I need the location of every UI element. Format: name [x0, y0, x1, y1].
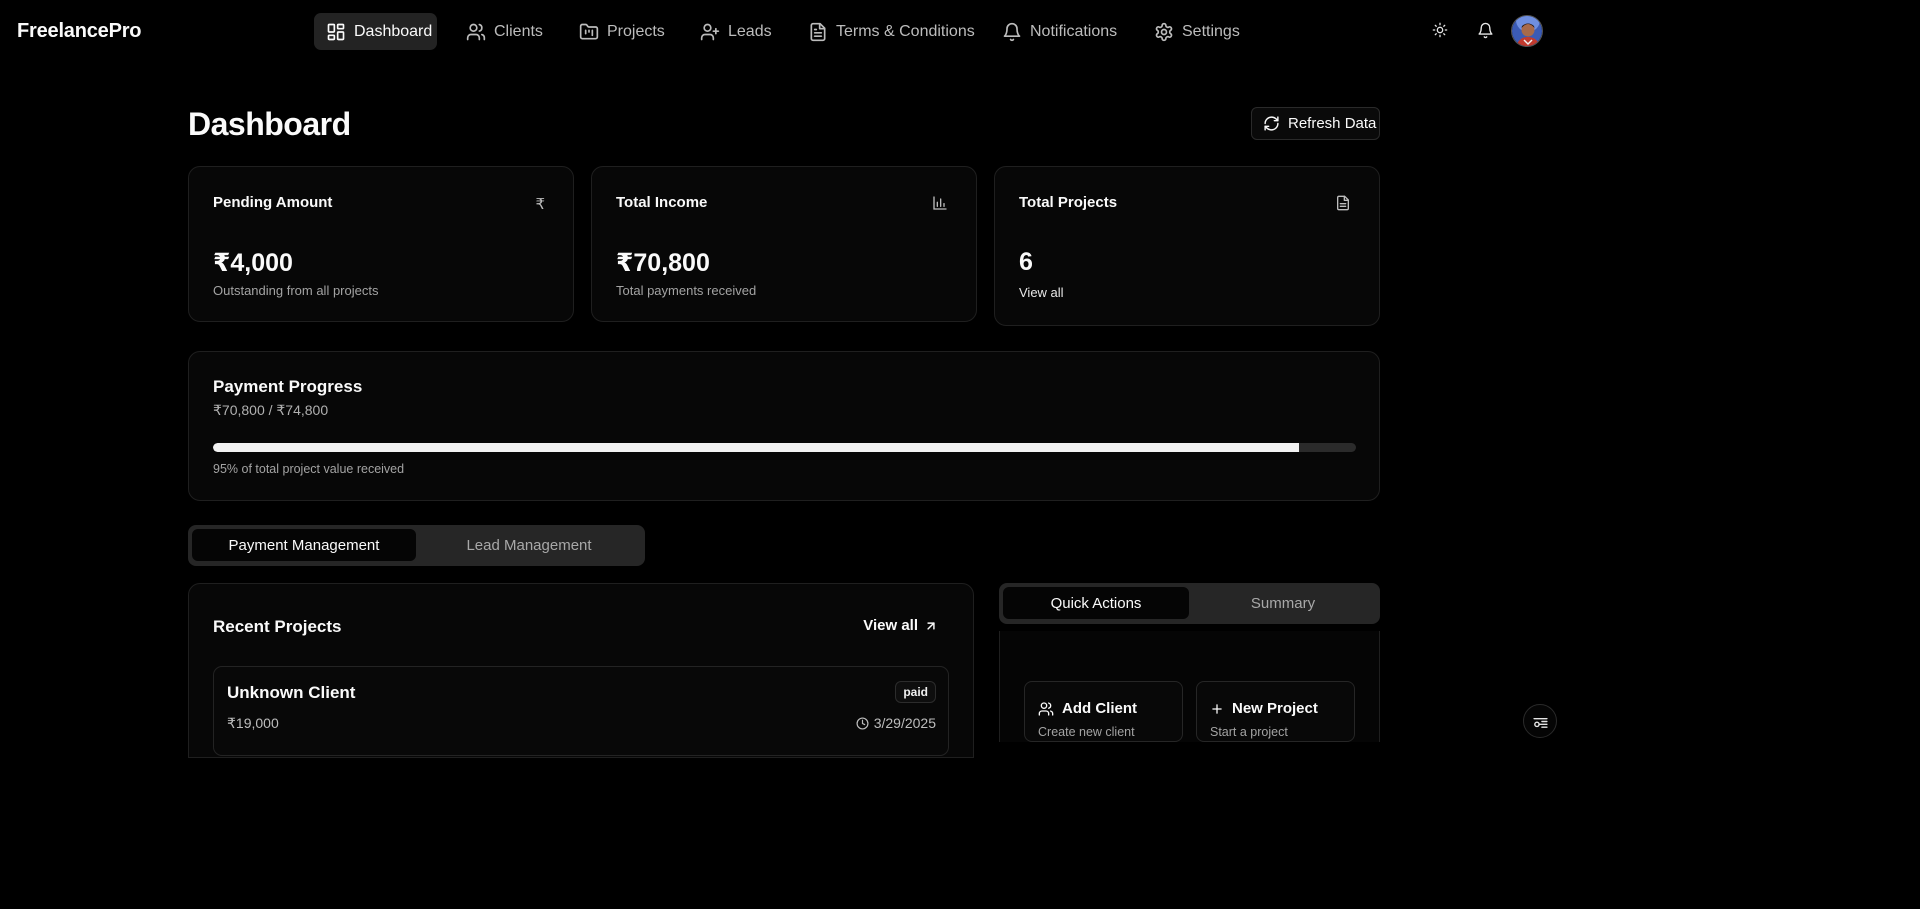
- total-projects-card: Total Projects 6 View all: [994, 166, 1380, 326]
- add-client-button[interactable]: Add Client Create new client: [1024, 681, 1183, 742]
- nav-item-dashboard[interactable]: Dashboard: [314, 13, 437, 50]
- nav-item-clients[interactable]: Clients: [454, 13, 555, 50]
- card-subtitle: Outstanding from all projects: [213, 283, 379, 298]
- payment-progress-fill: [213, 443, 1299, 452]
- nav-item-settings[interactable]: Settings: [1142, 13, 1252, 50]
- rupee-icon: ₹: [535, 196, 545, 213]
- card-title: Recent Projects: [213, 617, 342, 636]
- progress-amount: ₹70,800 / ₹74,800: [213, 402, 329, 418]
- table-row[interactable]: Unknown Client ₹19,000 paid 3/29/2025: [213, 666, 949, 756]
- nav-item-leads[interactable]: Leads: [688, 13, 784, 50]
- card-title: Pending Amount: [213, 194, 333, 211]
- pending-amount-value: ₹4,000: [213, 249, 293, 277]
- card-subtitle: Total payments received: [616, 283, 757, 298]
- file-text-icon: [808, 22, 828, 42]
- tab-payment-management[interactable]: Payment Management: [192, 529, 416, 561]
- users-icon: [1038, 701, 1054, 717]
- project-amount: ₹19,000: [227, 715, 279, 731]
- top-navigation-bar: FreelancePro Dashboard Clients Projects …: [0, 0, 1568, 64]
- pending-amount-card: Pending Amount ₹ ₹4,000 Outstanding from…: [188, 166, 574, 322]
- new-project-label-row: New Project: [1210, 700, 1318, 717]
- users-icon: [466, 22, 486, 42]
- side-panel-tabs: Quick Actions Summary: [999, 583, 1380, 624]
- bell-icon: [1002, 22, 1022, 42]
- project-date-label: 3/29/2025: [873, 715, 936, 731]
- view-all-projects-link[interactable]: View all: [1019, 285, 1064, 300]
- card-title: Total Income: [616, 194, 708, 211]
- bar-chart-icon: [932, 195, 948, 211]
- dashboard-icon: [326, 22, 346, 42]
- bell-icon: [1477, 22, 1494, 39]
- preferences-toggle-button[interactable]: [1523, 704, 1557, 738]
- arrow-up-right-icon: [924, 619, 938, 633]
- new-project-button[interactable]: New Project Start a project: [1196, 681, 1355, 742]
- page-title: Dashboard: [188, 106, 351, 142]
- nav-item-label: Projects: [607, 22, 665, 40]
- nav-item-label: Leads: [728, 22, 772, 40]
- nav-item-terms[interactable]: Terms & Conditions: [796, 13, 987, 50]
- refresh-data-button[interactable]: Refresh Data: [1251, 107, 1380, 140]
- new-project-label: New Project: [1232, 700, 1318, 717]
- sun-icon: [1432, 22, 1448, 38]
- card-title: Total Projects: [1019, 194, 1118, 211]
- nav-item-label: Settings: [1182, 22, 1240, 40]
- recent-projects-card: Recent Projects View all Unknown Client …: [188, 583, 974, 758]
- plus-icon: [1210, 702, 1224, 716]
- clock-icon: [856, 716, 869, 730]
- refresh-icon: [1263, 115, 1280, 132]
- add-client-label-row: Add Client: [1038, 700, 1137, 717]
- user-plus-icon: [700, 22, 720, 42]
- add-client-subtitle: Create new client: [1038, 725, 1135, 739]
- tab-lead-management[interactable]: Lead Management: [417, 529, 641, 561]
- tab-summary[interactable]: Summary: [1190, 587, 1376, 619]
- progress-note: 95% of total project value received: [213, 462, 405, 476]
- management-tabs: Payment Management Lead Management: [188, 525, 645, 566]
- nav-item-notifications[interactable]: Notifications: [990, 13, 1129, 50]
- gear-icon: [1154, 22, 1174, 42]
- theme-toggle-button[interactable]: [1429, 19, 1451, 41]
- nav-item-label: Terms & Conditions: [836, 22, 975, 40]
- refresh-data-label: Refresh Data: [1288, 115, 1377, 132]
- nav-item-label: Clients: [494, 22, 543, 40]
- project-client-name: Unknown Client: [227, 683, 356, 702]
- nav-item-label: Notifications: [1030, 22, 1118, 40]
- status-badge: paid: [895, 681, 936, 703]
- payment-progress-card: Payment Progress ₹70,800 / ₹74,800 95% o…: [188, 351, 1380, 501]
- nav-item-projects[interactable]: Projects: [567, 13, 677, 50]
- total-income-value: ₹70,800: [616, 249, 710, 277]
- view-all-label: View all: [863, 617, 918, 634]
- payment-progress-bar: [213, 443, 1356, 452]
- view-all-projects-button[interactable]: View all: [863, 617, 938, 634]
- file-text-icon: [1335, 195, 1351, 211]
- add-client-label: Add Client: [1062, 700, 1137, 717]
- tab-quick-actions[interactable]: Quick Actions: [1003, 587, 1189, 619]
- new-project-subtitle: Start a project: [1210, 725, 1288, 739]
- notifications-button[interactable]: [1474, 19, 1496, 41]
- nav-item-label: Dashboard: [354, 22, 433, 40]
- avatar[interactable]: [1511, 15, 1543, 47]
- total-income-card: Total Income ₹70,800 Total payments rece…: [591, 166, 977, 322]
- list-settings-icon: [1532, 713, 1549, 730]
- project-date: 3/29/2025: [856, 715, 936, 731]
- total-projects-value: 6: [1019, 248, 1033, 276]
- brand-logo-text[interactable]: FreelancePro: [17, 20, 142, 43]
- card-title: Payment Progress: [213, 377, 363, 396]
- folder-kanban-icon: [579, 22, 599, 42]
